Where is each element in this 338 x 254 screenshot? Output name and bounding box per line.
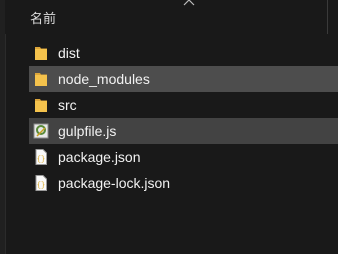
file-name: src (58, 97, 77, 113)
svg-text:{}: {} (37, 182, 45, 190)
file-name: gulpfile.js (58, 123, 117, 139)
navigation-pane-edge (0, 0, 6, 254)
column-header-bar: 名前 (5, 0, 338, 34)
folder-icon (33, 71, 49, 87)
list-item-src[interactable]: src (29, 92, 338, 118)
file-name: package.json (58, 149, 141, 165)
sort-up-icon[interactable] (183, 0, 195, 7)
list-item-dist[interactable]: dist (29, 40, 338, 66)
list-item-package-lock-json[interactable]: {} package-lock.json (29, 170, 338, 196)
json-file-icon: {} (33, 175, 49, 191)
column-divider[interactable] (327, 0, 328, 34)
list-item-package-json[interactable]: {} package.json (29, 144, 338, 170)
file-name: package-lock.json (58, 175, 171, 191)
file-list: dist node_modules src gulpfile.js {} pac… (29, 40, 338, 196)
folder-icon (33, 45, 49, 61)
list-item-node-modules[interactable]: node_modules (29, 66, 338, 92)
column-header-name[interactable]: 名前 (30, 8, 56, 27)
list-item-gulpfile[interactable]: gulpfile.js (29, 118, 338, 144)
svg-text:{}: {} (37, 156, 45, 164)
folder-icon (33, 97, 49, 113)
file-name: node_modules (58, 71, 150, 87)
json-file-icon: {} (33, 149, 49, 165)
javascript-file-icon (33, 123, 49, 139)
file-name: dist (58, 45, 80, 61)
